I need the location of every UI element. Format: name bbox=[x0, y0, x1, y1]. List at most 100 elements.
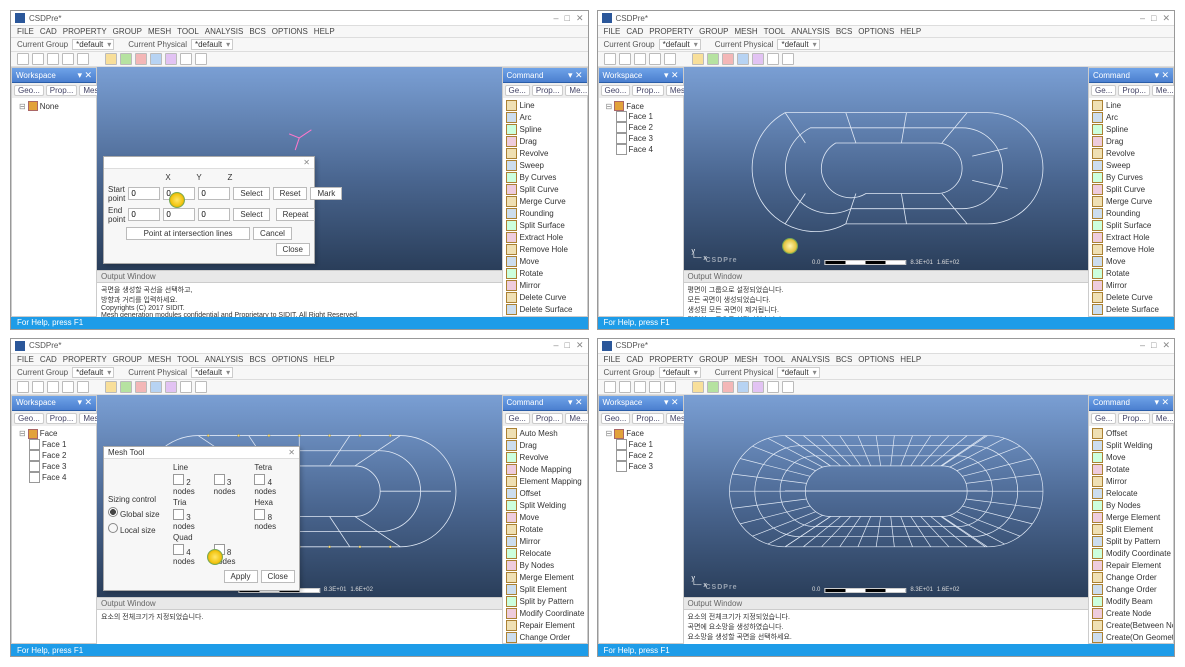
cmd-item[interactable]: Rotate bbox=[1091, 268, 1171, 279]
cmd-item[interactable]: Node Mapping bbox=[505, 464, 585, 475]
workspace-tree[interactable]: ⊟None bbox=[12, 98, 96, 316]
btn-repeat[interactable]: Repeat bbox=[276, 208, 316, 221]
cmd-item[interactable]: Remove Hole bbox=[505, 244, 585, 255]
cmd-item[interactable]: Rounding bbox=[505, 208, 585, 219]
workspace-tree[interactable]: ⊟Face Face 1 Face 2 Face 3 Face 4 bbox=[599, 98, 683, 316]
btn-close[interactable]: Close bbox=[276, 243, 310, 256]
cmd-item[interactable]: Mirror bbox=[1091, 280, 1171, 291]
menu-cad[interactable]: CAD bbox=[40, 27, 57, 36]
cmd-item[interactable]: Drag bbox=[505, 136, 585, 147]
tb-icon[interactable] bbox=[135, 53, 147, 65]
cmd-item[interactable]: By Nodes bbox=[1091, 500, 1171, 511]
cmd-item[interactable]: Drag bbox=[505, 440, 585, 451]
cmd-item[interactable]: Line bbox=[1091, 100, 1171, 111]
start-z-input[interactable] bbox=[198, 187, 230, 200]
menu-file[interactable]: FILE bbox=[17, 27, 34, 36]
cmd-item[interactable]: Revolve bbox=[505, 148, 585, 159]
cmd-item[interactable]: Split Curve bbox=[505, 184, 585, 195]
cmd-item[interactable]: Revolve bbox=[1091, 148, 1171, 159]
cmd-item[interactable]: Delete Surface bbox=[1091, 304, 1171, 315]
close-icon[interactable]: ✕ bbox=[576, 13, 584, 24]
cmd-item[interactable]: Mirror bbox=[505, 536, 585, 547]
ws-tab-prop[interactable]: Prop... bbox=[46, 85, 78, 96]
cmd-item[interactable]: Split Welding bbox=[505, 500, 585, 511]
end-z-input[interactable] bbox=[198, 208, 230, 221]
cmd-item[interactable]: Merge Element bbox=[505, 572, 585, 583]
cmd-item[interactable]: Line bbox=[505, 100, 585, 111]
cmd-item[interactable]: Split Curve bbox=[1091, 184, 1171, 195]
cmd-item[interactable]: Sweep bbox=[1091, 160, 1171, 171]
cmd-item[interactable]: Revolve bbox=[505, 452, 585, 463]
viewport-3d[interactable]: y└─ x CSDPre 0.08.3E+011.6E+02 Mesh Tool… bbox=[97, 395, 502, 598]
checkbox-icon[interactable] bbox=[616, 111, 627, 122]
min-icon[interactable]: – bbox=[1140, 13, 1145, 24]
cmd-item[interactable]: Split Element bbox=[1091, 524, 1171, 535]
close-icon[interactable]: ✕ bbox=[1162, 13, 1170, 24]
cmd-item[interactable]: Delete Surface bbox=[505, 304, 585, 315]
btn-close[interactable]: Close bbox=[261, 570, 295, 583]
cmd-item[interactable]: Split Surface bbox=[505, 220, 585, 231]
tb-icon[interactable] bbox=[105, 53, 117, 65]
tb-icon[interactable] bbox=[32, 53, 44, 65]
cmd-tab-mesh[interactable]: Me... bbox=[565, 85, 587, 96]
end-y-input[interactable] bbox=[163, 208, 195, 221]
tb-icon[interactable] bbox=[47, 53, 59, 65]
cmd-item[interactable]: Offset bbox=[505, 488, 585, 499]
tb-icon[interactable] bbox=[150, 53, 162, 65]
cmd-item[interactable]: Arc bbox=[1091, 112, 1171, 123]
cmd-item[interactable]: Merge Curve bbox=[505, 196, 585, 207]
cmd-tab-geo[interactable]: Ge... bbox=[505, 85, 530, 96]
cmd-item[interactable]: Split by Pattern bbox=[505, 596, 585, 607]
cmd-item[interactable]: Change Order bbox=[1091, 572, 1171, 583]
cmd-item[interactable]: Change Order bbox=[505, 632, 585, 643]
start-x-input[interactable] bbox=[128, 187, 160, 200]
menu-bcs[interactable]: BCS bbox=[249, 27, 265, 36]
menu-group[interactable]: GROUP bbox=[113, 27, 142, 36]
cmd-item[interactable]: Create(Between Nodes) bbox=[1091, 620, 1171, 631]
cmd-item[interactable]: Move bbox=[1091, 256, 1171, 267]
cmd-item[interactable]: Move bbox=[505, 256, 585, 267]
cmd-item[interactable]: Merge Element bbox=[1091, 512, 1171, 523]
cmd-item[interactable]: Offset bbox=[1091, 428, 1171, 439]
max-icon[interactable]: □ bbox=[1151, 13, 1156, 24]
tb-icon[interactable] bbox=[62, 53, 74, 65]
cmd-item[interactable]: Spline bbox=[505, 124, 585, 135]
tree-item[interactable]: None bbox=[40, 102, 59, 111]
cmd-item[interactable]: Rotate bbox=[505, 268, 585, 279]
menu-property[interactable]: PROPERTY bbox=[63, 27, 107, 36]
radio-global[interactable] bbox=[108, 507, 118, 517]
cmd-item[interactable]: Extract Hole bbox=[1091, 232, 1171, 243]
cmd-item[interactable]: Merge Curve bbox=[1091, 196, 1171, 207]
cmd-item[interactable]: Create(On Geometry) bbox=[1091, 632, 1171, 643]
cmd-item[interactable]: Drag bbox=[1091, 136, 1171, 147]
cmd-item[interactable]: Modify Coordinate bbox=[505, 608, 585, 619]
cmd-item[interactable]: Split by Pattern bbox=[1091, 536, 1171, 547]
cmd-item[interactable]: Repair Element bbox=[505, 620, 585, 631]
btn-cancel[interactable]: Cancel bbox=[253, 227, 292, 240]
cmd-item[interactable]: By Curves bbox=[1091, 172, 1171, 183]
cmd-item[interactable]: Rotate bbox=[505, 524, 585, 535]
viewport-3d[interactable]: y└─ x CSDPre 0.08.3E+011.6E+02 bbox=[684, 67, 1089, 270]
tb-icon[interactable] bbox=[195, 53, 207, 65]
command-list[interactable]: LineArcSplineDragRevolveSweepBy CurvesSp… bbox=[503, 98, 587, 316]
btn-select2[interactable]: Select bbox=[233, 208, 269, 221]
cmd-item[interactable]: Rounding bbox=[1091, 208, 1171, 219]
menu-analysis[interactable]: ANALYSIS bbox=[205, 27, 244, 36]
tb-icon[interactable] bbox=[165, 53, 177, 65]
cmd-item[interactable]: Relocate bbox=[505, 548, 585, 559]
cmd-item[interactable]: Arc bbox=[505, 112, 585, 123]
cmd-item[interactable]: Delete Curve bbox=[505, 292, 585, 303]
cmd-item[interactable]: Change Order bbox=[1091, 584, 1171, 595]
viewport-3d[interactable]: ✕ X Y Z Start point bbox=[97, 67, 502, 270]
end-x-input[interactable] bbox=[128, 208, 160, 221]
cmd-item[interactable]: By Nodes bbox=[505, 560, 585, 571]
cmd-item[interactable]: Move bbox=[505, 512, 585, 523]
cmd-item[interactable]: Rotate bbox=[1091, 464, 1171, 475]
cmd-item[interactable]: By Curves bbox=[505, 172, 585, 183]
max-icon[interactable]: □ bbox=[565, 13, 570, 24]
menu-mesh[interactable]: MESH bbox=[148, 27, 171, 36]
cmd-item[interactable]: Repair Element bbox=[1091, 560, 1171, 571]
cmd-item[interactable]: Extract Hole bbox=[505, 232, 585, 243]
cmd-tab-prop[interactable]: Prop... bbox=[532, 85, 564, 96]
panel-close-icon[interactable]: ▾ ✕ bbox=[568, 70, 583, 81]
